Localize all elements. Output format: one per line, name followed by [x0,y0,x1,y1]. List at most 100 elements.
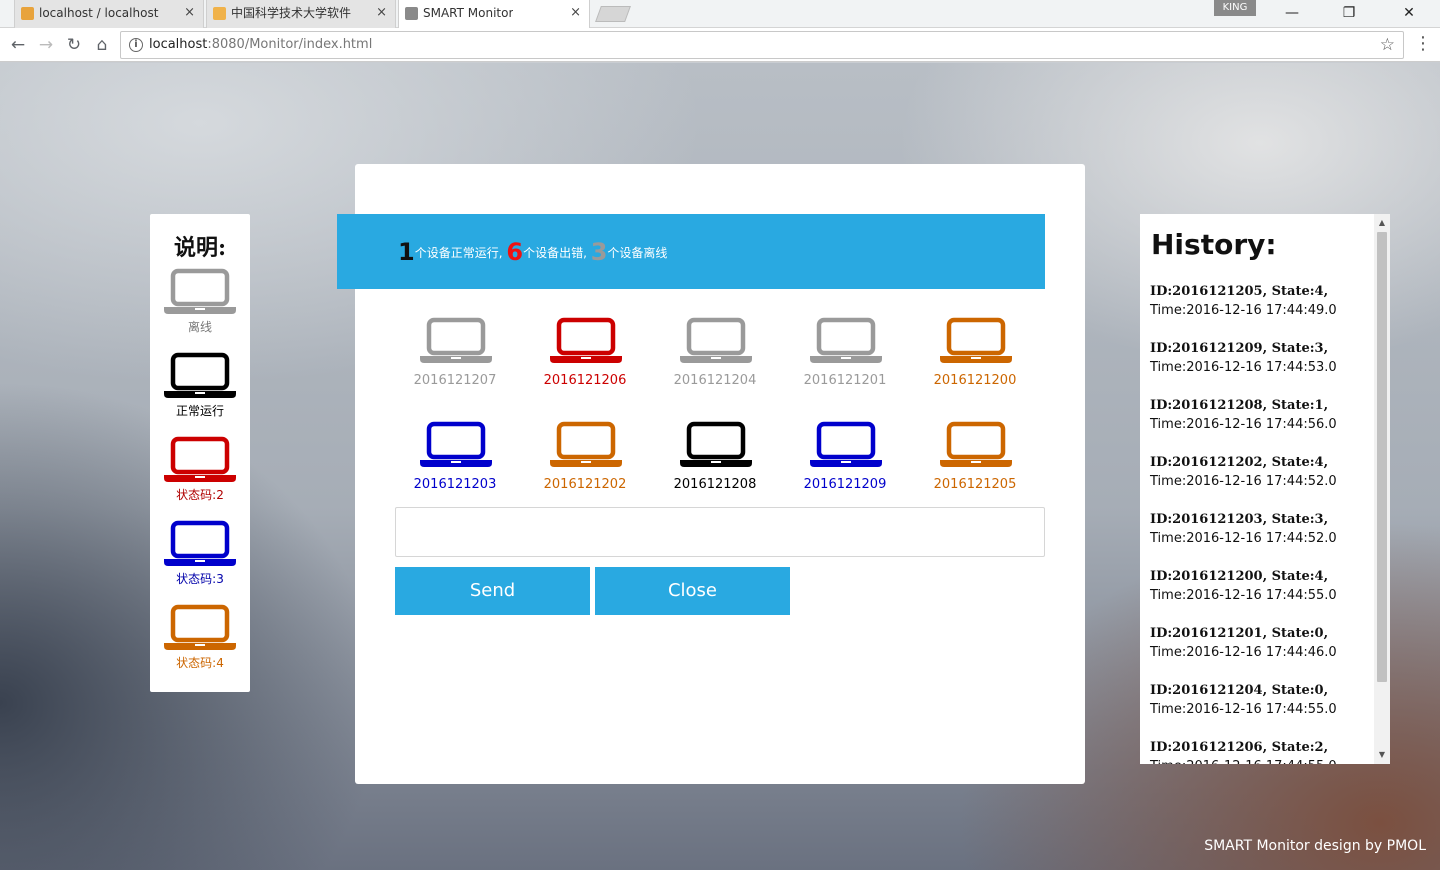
tab-title: localhost / localhost / mo [39,6,159,20]
close-button[interactable]: Close [595,567,790,615]
history-id-state: ID:2016121203, State:3, [1150,512,1329,527]
legend-label: 状态码:2 [176,488,224,502]
scroll-thumb[interactable] [1377,232,1387,682]
history-id-state: ID:2016121200, State:4, [1150,569,1329,584]
error-count: 6 [506,238,524,266]
laptop-icon [940,421,1012,467]
bookmark-star-icon[interactable]: ☆ [1380,35,1395,55]
laptop-icon [164,520,236,566]
history-time: Time:2016-12-16 17:44:56.0 [1150,417,1337,432]
history-time: Time:2016-12-16 17:44:52.0 [1150,531,1337,546]
history-panel[interactable]: History: ID:2016121205, State:4, Time:201… [1140,214,1390,764]
laptop-icon [550,421,622,467]
legend-label: 状态码:3 [176,572,224,586]
home-icon[interactable]: ⌂ [90,33,114,57]
browser-menu-icon[interactable]: ⋮ [1414,35,1432,53]
tab-title: SMART Monitor [423,6,514,20]
device-id: 2016121202 [543,477,627,492]
history-title: History: [1151,228,1277,261]
legend-item: 状态码:3 [150,512,250,596]
device-tile[interactable]: 2016121209 [790,421,900,511]
scroll-down-arrow-icon[interactable]: ▼ [1374,748,1390,762]
message-input[interactable] [395,507,1045,557]
device-tile[interactable]: 2016121201 [790,317,900,407]
restore-button[interactable]: ❐ [1329,2,1369,24]
tab-close-icon[interactable]: × [376,0,387,26]
legend-title: 说明: [173,235,227,261]
history-id-state: ID:2016121202, State:4, [1150,455,1329,470]
monitor-favicon-icon [405,7,418,20]
new-tab-button[interactable] [595,6,631,22]
info-icon[interactable]: i [129,38,143,52]
laptop-icon [810,421,882,467]
device-id: 2016121206 [543,373,627,388]
footer-credit: SMART Monitor design by PMOL [1204,838,1426,854]
laptop-icon [164,352,236,398]
laptop-icon [810,317,882,363]
laptop-icon [164,436,236,482]
offline-count: 3 [590,238,608,266]
laptop-icon [420,421,492,467]
tab-close-icon[interactable]: × [570,0,581,26]
history-time: Time:2016-12-16 17:44:46.0 [1150,645,1337,660]
history-entry: ID:2016121208, State:1, Time:2016-12-16 1… [1150,396,1376,453]
device-id: 2016121207 [413,373,497,388]
browser-tab-smart-monitor[interactable]: SMART Monitor × [398,0,590,28]
history-entry: ID:2016121201, State:0, Time:2016-12-16 1… [1150,624,1376,681]
laptop-icon [680,317,752,363]
device-tile[interactable]: 2016121200 [920,317,1030,407]
device-id: 2016121201 [803,373,887,388]
browser-tab-phpmyadmin[interactable]: localhost / localhost / mo × [14,0,204,28]
device-tile[interactable]: 2016121207 [400,317,510,407]
history-id-state: ID:2016121208, State:1, [1150,398,1329,413]
device-tile[interactable]: 2016121205 [920,421,1030,511]
minimize-button[interactable]: — [1272,2,1312,24]
history-time: Time:2016-12-16 17:44:55.0 [1150,588,1337,603]
status-summary: 1个设备正常运行, 6个设备出错, 3个设备离线 [398,238,667,266]
history-time: Time:2016-12-16 17:44:52.0 [1150,474,1337,489]
laptop-icon [680,421,752,467]
status-summary-banner: 1个设备正常运行, 6个设备出错, 3个设备离线 [337,214,1045,289]
laptop-icon [164,268,236,314]
device-id: 2016121209 [803,477,887,492]
error-text: 个设备出错, [523,246,587,260]
history-entry: ID:2016121203, State:3, Time:2016-12-16 1… [1150,510,1376,567]
legend-item: 状态码:4 [150,596,250,680]
history-entry: ID:2016121209, State:3, Time:2016-12-16 1… [1150,339,1376,396]
history-time: Time:2016-12-16 17:44:49.0 [1150,303,1337,318]
history-id-state: ID:2016121206, State:2, [1150,740,1329,755]
back-arrow-icon[interactable]: ← [6,33,30,57]
browser-tab-ustc[interactable]: 中国科学技术大学软件学 × [206,0,396,28]
history-scrollbar[interactable]: ▲ ▼ [1374,214,1390,764]
device-tile[interactable]: 2016121203 [400,421,510,511]
page-viewport: 说明: 离线正常运行状态码:2 状态码:3 状态码:4 1个设备正常运行, 6个设备… [0,63,1440,870]
device-id: 2016121203 [413,477,497,492]
tab-close-icon[interactable]: × [184,0,195,26]
legend-item: 状态码:2 [150,428,250,512]
address-bar: ← → ↻ ⌂ i localhost:8080/Monitor/index.h… [0,28,1440,62]
laptop-icon [550,317,622,363]
device-tile[interactable]: 2016121206 [530,317,640,407]
scroll-up-arrow-icon[interactable]: ▲ [1374,216,1390,230]
url-text: localhost:8080/Monitor/index.html [149,37,373,52]
device-tile[interactable]: 2016121208 [660,421,770,511]
url-input[interactable]: i localhost:8080/Monitor/index.html ☆ [120,31,1404,59]
send-button[interactable]: Send [395,567,590,615]
window-close-button[interactable]: ✕ [1389,2,1429,24]
device-id: 2016121205 [933,477,1017,492]
legend-label: 正常运行 [175,404,224,418]
history-entry: ID:2016121202, State:4, Time:2016-12-16 1… [1150,453,1376,510]
forward-arrow-icon[interactable]: → [34,33,58,57]
ustc-favicon-icon [213,7,226,20]
reload-icon[interactable]: ↻ [62,33,86,57]
profile-badge[interactable]: KING [1214,0,1256,16]
phpmyadmin-favicon-icon [21,7,34,20]
device-tile[interactable]: 2016121204 [660,317,770,407]
history-time: Time:2016-12-16 17:44:53.0 [1150,360,1337,375]
device-tile[interactable]: 2016121202 [530,421,640,511]
legend-label: 离线 [187,320,212,334]
device-id: 2016121200 [933,373,1017,388]
history-id-state: ID:2016121209, State:3, [1150,341,1329,356]
device-id: 2016121208 [673,477,757,492]
laptop-icon [940,317,1012,363]
